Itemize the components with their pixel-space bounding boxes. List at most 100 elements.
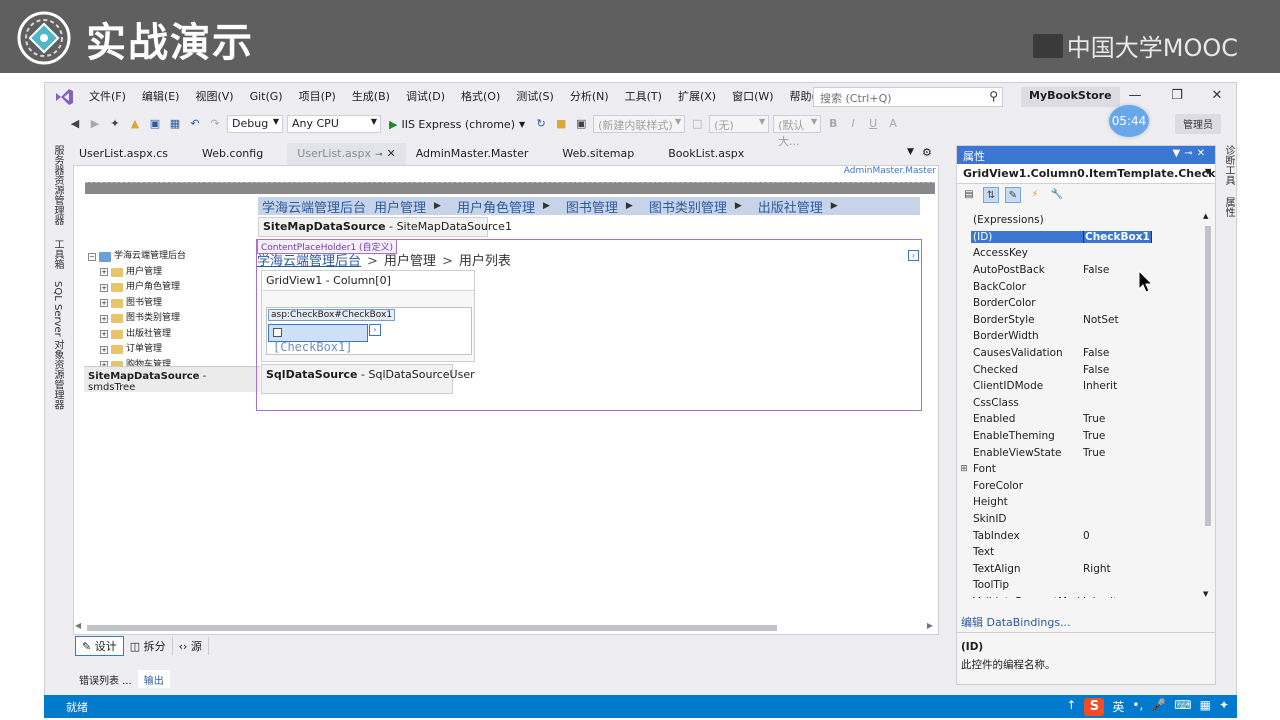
panel-controls-icon[interactable]: ▼⊸✕ [1173,148,1209,159]
designer-horizontal-scrollbar[interactable]: ◀ ▶ [73,621,939,633]
property-value[interactable]: NotSet [1083,314,1203,326]
property-pages-icon[interactable]: 🔧 [1049,187,1065,203]
property-value[interactable]: 0 [1083,530,1203,542]
server-explorer-tab[interactable]: 服务器资源管理器 [50,145,65,225]
property-row[interactable]: ForeColor [957,478,1203,495]
tab-error-list[interactable]: 错误列表 ... [73,670,138,688]
menu-view[interactable]: 视图(V) [187,86,241,108]
scroll-thumb[interactable] [1205,226,1211,526]
manage-button[interactable]: 管理员 [1175,114,1221,134]
font-color-icon[interactable]: A [885,116,901,132]
menu-debug[interactable]: 调试(D) [398,86,453,108]
scroll-thumb[interactable] [87,625,777,631]
pin-icon[interactable]: ⊸ [375,150,383,160]
gear-icon[interactable]: ⚙ [922,146,932,159]
property-value[interactable]: True [1083,430,1203,442]
smart-tag-icon[interactable]: › [908,250,919,261]
property-row[interactable]: TextAlign Right [957,560,1203,577]
tab-userlist-cs[interactable]: UserList.aspx.cs [69,143,178,165]
property-row[interactable]: Checked False [957,361,1203,378]
properties-object-select[interactable]: GridView1.Column0.ItemTemplate.CheckBox1… [957,164,1215,184]
save-icon[interactable]: ▣ [147,116,163,132]
property-value[interactable]: CheckBox1 [1083,230,1203,243]
menu-ctl-item[interactable]: 用户角色管理 [453,197,539,216]
expand-icon[interactable]: + [100,299,108,308]
smart-tag-icon[interactable]: › [369,324,381,336]
property-row[interactable]: TabIndex 0 [957,527,1203,544]
skin-icon[interactable]: ▦ [1200,698,1211,716]
tab-design[interactable]: ✎ 设计 [75,636,124,656]
property-row[interactable]: ToolTip [957,577,1203,594]
forward-icon[interactable]: ▶ [87,116,103,132]
tree-item[interactable]: + 图书类别管理 [88,311,186,327]
tab-booklist-aspx[interactable]: BookList.aspx [658,143,754,165]
property-row[interactable]: BorderColor [957,295,1203,312]
property-value[interactable]: False [1083,364,1203,376]
sql-datasource-control[interactable]: SqlDataSource - SqlDataSourceUser [261,364,475,394]
property-row[interactable]: AutoPostBack False [957,262,1203,279]
search-icon[interactable]: ⚲ [989,89,998,103]
property-row[interactable]: Text [957,544,1203,561]
property-row[interactable]: BorderWidth [957,328,1203,345]
property-row[interactable]: BackColor [957,278,1203,295]
microphone-icon[interactable]: 🎤 [1151,698,1166,716]
new-project-icon[interactable]: ✦ [107,116,123,132]
property-row[interactable]: CausesValidation False [957,345,1203,362]
style-select[interactable]: (新建内联样式) ▼ [593,115,686,133]
tab-overflow-icon[interactable]: ▼ [907,147,914,157]
menu-edit[interactable]: 编辑(E) [134,86,188,108]
diagnostic-tools-tab[interactable]: 诊断工具 [1221,145,1236,185]
style-app-icon[interactable]: □ [689,116,705,132]
menu-ctl-item[interactable]: 图书类别管理 [645,197,731,216]
search-input[interactable]: 搜索 (Ctrl+Q) ⚲ [813,87,1003,107]
bold-icon[interactable]: B [825,116,841,132]
tools-icon[interactable]: ✦ [1219,698,1229,716]
folder-icon[interactable]: ■ [553,116,569,132]
tab-web-config[interactable]: Web.config [192,143,273,165]
minimize-icon[interactable]: — [1125,88,1145,106]
run-button[interactable]: ▶ IIS Express (chrome) ▼ [385,118,529,131]
property-row[interactable]: ValidateRequestModInherit [957,594,1203,598]
alphabetical-icon[interactable]: ⇅ [983,187,999,203]
scroll-up-icon[interactable]: ↑ [1066,698,1076,716]
property-value[interactable]: Inherit [1083,596,1203,598]
refresh-icon[interactable]: ↻ [533,116,549,132]
property-grid-scrollbar[interactable]: ▲ ▼ [1203,212,1213,598]
property-value[interactable]: True [1083,447,1203,459]
menu-project[interactable]: 项目(P) [291,86,344,108]
target-rule-select[interactable]: (无) ▼ [709,115,770,133]
underline-icon[interactable]: U [865,116,881,132]
ime-language[interactable]: 英 [1112,698,1124,716]
scroll-right-icon[interactable]: ▶ [927,621,933,630]
property-row[interactable]: AccessKey [957,245,1203,262]
menu-control[interactable]: 学海云端管理后台 用户管理 ▶ 用户角色管理 ▶ 图书管理 ▶ 图书类别管理 ▶ 出版社… [258,197,920,216]
tree-root[interactable]: − 学海云端管理后台 [88,249,186,265]
property-row[interactable]: (ID) CheckBox1 [957,229,1203,246]
font-size-select[interactable]: (默认大... ▼ [773,115,822,148]
content-placeholder[interactable]: ContentPlaceHolder1 (自定义) 学海云端管理后台 > 用户管理 >… [256,239,922,411]
sitemap-datasource-tree[interactable]: SiteMapDataSource - smdsTree [84,366,260,393]
edit-databindings-link[interactable]: 编辑 DataBindings... [961,614,1071,630]
property-value[interactable]: Right [1083,563,1203,575]
scroll-left-icon[interactable]: ◀ [75,621,81,630]
italic-icon[interactable]: I [845,116,861,132]
menu-extensions[interactable]: 扩展(X) [670,86,724,108]
tab-web-sitemap[interactable]: Web.sitemap [552,143,644,165]
sogou-ime-icon[interactable]: S [1084,698,1105,716]
navigation-treeview[interactable]: − 学海云端管理后台 + 用户管理 + 用户角色管理 + 图书管理 + 图书类别管理 +… [88,249,186,373]
scroll-down-icon[interactable]: ▼ [1203,590,1208,598]
punctuation-icon[interactable]: •, [1132,698,1143,716]
menu-ctl-item[interactable]: 用户管理 [370,197,430,216]
design-surface[interactable]: AdminMaster.Master − 学海云端管理后台 + 用户管理 + 用户角… [73,165,939,635]
scroll-up-icon[interactable]: ▲ [1203,212,1208,220]
sql-object-explorer-tab[interactable]: SQL Server 对象资源管理器 [50,281,65,410]
gridview-control[interactable]: GridView1 - Column[0] asp:CheckBox#Check… [261,270,475,362]
checkbox-control[interactable]: [CheckBox1] [268,324,368,354]
menu-format[interactable]: 格式(O) [453,86,508,108]
save-all-icon[interactable]: ▦ [167,116,183,132]
tab-source[interactable]: ‹› 源 [173,637,209,655]
screenshot-icon[interactable]: ▣ [573,116,589,132]
item-template-region[interactable]: asp:CheckBox#CheckBox1 [CheckBox1] › [266,307,472,355]
breadcrumb-level1[interactable]: 用户管理 [384,254,436,269]
property-row[interactable]: ⊞ Font [957,461,1203,478]
